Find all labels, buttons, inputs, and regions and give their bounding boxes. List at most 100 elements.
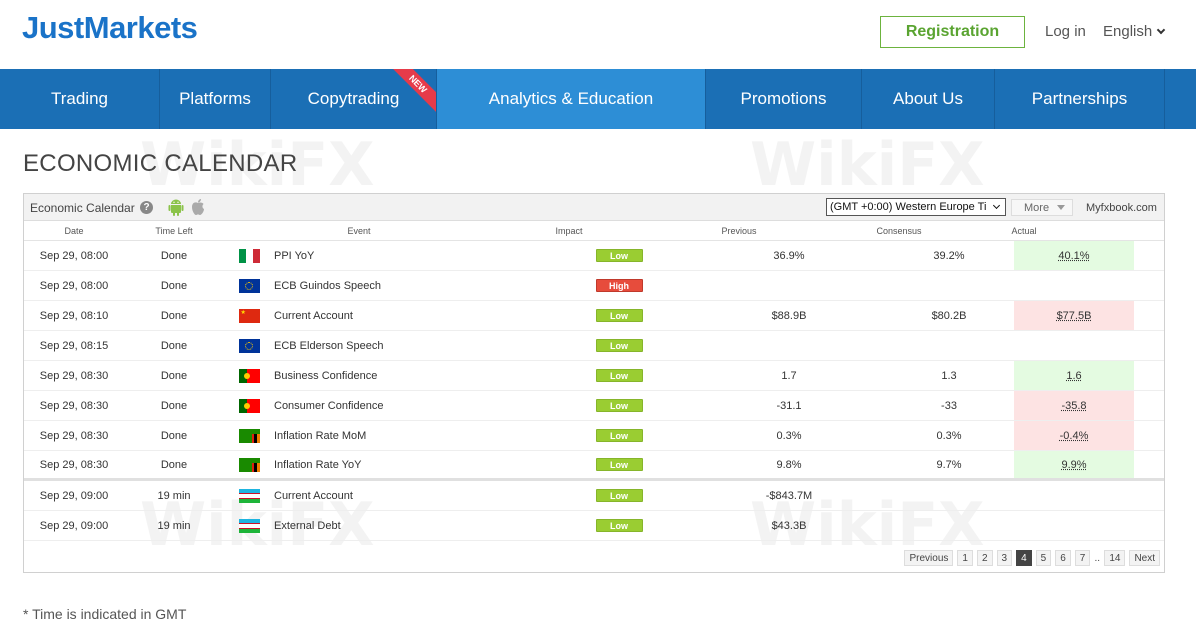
cell-event[interactable]: ECB Guindos Speech bbox=[274, 271, 544, 300]
actual-value: 9.9% bbox=[1061, 458, 1087, 471]
table-row[interactable]: Sep 29, 08:30 Done Inflation Rate YoY Low 9.… bbox=[24, 451, 1164, 481]
timezone-select[interactable]: (GMT +0:00) Western Europe Ti bbox=[826, 198, 1006, 216]
language-label: English bbox=[1103, 23, 1153, 40]
pager-previous-button[interactable]: Previous bbox=[904, 550, 954, 566]
pager-page-button[interactable]: 5 bbox=[1035, 550, 1052, 566]
cell-event[interactable]: Consumer Confidence bbox=[274, 391, 544, 420]
cell-impact: Low bbox=[544, 301, 694, 330]
cell-previous bbox=[694, 331, 884, 360]
pager-ellipsis: .. bbox=[1094, 552, 1101, 564]
apple-icon[interactable] bbox=[191, 198, 205, 216]
eu-flag-icon bbox=[238, 278, 260, 293]
nav-item-analytics[interactable]: Analytics & Education bbox=[437, 69, 706, 129]
logo[interactable]: JustMarkets bbox=[22, 10, 198, 46]
cell-consensus bbox=[884, 331, 1014, 360]
cell-impact: Low bbox=[544, 241, 694, 270]
cell-actual bbox=[1014, 481, 1134, 510]
language-selector[interactable]: English bbox=[1103, 23, 1166, 40]
pager-page-button[interactable]: 6 bbox=[1055, 550, 1071, 566]
cell-flag bbox=[224, 451, 274, 478]
cell-time-left: Done bbox=[160, 429, 188, 442]
chevron-down-icon bbox=[1156, 25, 1166, 34]
table-row[interactable]: Sep 29, 08:30 Done Inflation Rate MoM Low 0.… bbox=[24, 421, 1164, 451]
cell-actual bbox=[1014, 511, 1134, 540]
android-icon[interactable] bbox=[168, 198, 184, 216]
calendar-title: Economic Calendar bbox=[30, 201, 135, 215]
cell-event[interactable]: PPI YoY bbox=[274, 241, 544, 270]
table-row[interactable]: Sep 29, 09:00 19 min External Debt Low $43.3… bbox=[24, 511, 1164, 541]
nav-item-trading[interactable]: Trading bbox=[0, 69, 160, 129]
pager-page-button[interactable]: 1 bbox=[957, 550, 973, 566]
cell-consensus bbox=[884, 511, 1014, 540]
cell-flag bbox=[224, 361, 274, 390]
table-row[interactable]: Sep 29, 08:30 Done Consumer Confidence Low -… bbox=[24, 391, 1164, 421]
zambia-flag-icon bbox=[238, 457, 260, 472]
cell-event[interactable]: External Debt bbox=[274, 511, 544, 540]
cell-actual: -0.4% bbox=[1014, 421, 1134, 450]
nav-item-about-us[interactable]: About Us bbox=[862, 69, 995, 129]
cell-previous: $43.3B bbox=[771, 519, 807, 532]
uzbekistan-flag-icon bbox=[238, 518, 260, 533]
pager-page-button[interactable]: 2 bbox=[976, 550, 993, 566]
italy-flag-icon bbox=[238, 248, 260, 263]
cell-consensus: -33 bbox=[941, 399, 957, 412]
cell-event[interactable]: Inflation Rate YoY bbox=[274, 451, 544, 478]
eu-flag-icon bbox=[238, 338, 260, 353]
cell-date: Sep 29, 09:00 bbox=[39, 489, 109, 502]
cell-previous: 1.7 bbox=[781, 369, 797, 382]
cell-event[interactable]: ECB Elderson Speech bbox=[274, 331, 544, 360]
pager-page-button[interactable]: 7 bbox=[1074, 550, 1091, 566]
cell-actual: $77.5B bbox=[1014, 301, 1134, 330]
cell-impact: High bbox=[544, 271, 694, 300]
main-nav: Trading Platforms Copytrading NEW Analyt… bbox=[0, 69, 1196, 129]
nav-item-copytrading[interactable]: Copytrading NEW bbox=[271, 69, 437, 129]
help-icon[interactable]: ? bbox=[140, 201, 153, 214]
dropdown-arrow-icon bbox=[1057, 205, 1066, 210]
cell-flag bbox=[224, 391, 274, 420]
nav-item-promotions[interactable]: Promotions bbox=[706, 69, 862, 129]
cell-event[interactable]: Current Account bbox=[274, 481, 544, 510]
cell-consensus: 0.3% bbox=[936, 429, 962, 442]
cell-date: Sep 29, 08:30 bbox=[39, 369, 109, 382]
impact-badge: Low bbox=[595, 458, 643, 471]
page-title: ECONOMIC CALENDAR bbox=[23, 150, 298, 177]
china-flag-icon: ★ bbox=[238, 308, 260, 323]
registration-button[interactable]: Registration bbox=[880, 16, 1025, 48]
zambia-flag-icon bbox=[238, 428, 260, 443]
cell-date: Sep 29, 08:00 bbox=[39, 249, 109, 262]
pager-page-button[interactable]: 14 bbox=[1104, 550, 1126, 566]
actual-value: -35.8 bbox=[1061, 399, 1087, 412]
cell-actual: 40.1% bbox=[1014, 241, 1134, 270]
cell-impact: Low bbox=[544, 511, 694, 540]
table-row[interactable]: Sep 29, 09:00 19 min Current Account Low -$8… bbox=[24, 481, 1164, 511]
footnote: * Time is indicated in GMT bbox=[23, 606, 187, 622]
table-row[interactable]: Sep 29, 08:00 Done PPI YoY Low 36.9% 39.2% 40.… bbox=[24, 241, 1164, 271]
site-header: JustMarkets Registration Log in English bbox=[0, 0, 1196, 69]
pager-page-button[interactable]: 3 bbox=[996, 550, 1013, 566]
cell-event[interactable]: Inflation Rate MoM bbox=[274, 421, 544, 450]
table-row[interactable]: Sep 29, 08:15 Done ECB Elderson Speech Low bbox=[24, 331, 1164, 361]
table-row[interactable]: Sep 29, 08:10 Done ★ Current Account Low $88.… bbox=[24, 301, 1164, 331]
cell-previous: 9.8% bbox=[776, 458, 802, 471]
table-row[interactable]: Sep 29, 08:30 Done Business Confidence Low 1… bbox=[24, 361, 1164, 391]
column-header-previous: Previous bbox=[721, 225, 757, 236]
cell-actual bbox=[1014, 271, 1134, 300]
impact-badge: Low bbox=[595, 369, 643, 382]
cell-impact: Low bbox=[544, 481, 694, 510]
nav-item-partnerships[interactable]: Partnerships bbox=[995, 69, 1165, 129]
login-link[interactable]: Log in bbox=[1045, 23, 1086, 40]
more-button[interactable]: More bbox=[1011, 199, 1073, 216]
cell-consensus bbox=[884, 481, 1014, 510]
cell-event[interactable]: Business Confidence bbox=[274, 361, 544, 390]
cell-date: Sep 29, 08:00 bbox=[39, 279, 109, 292]
table-row[interactable]: Sep 29, 08:00 Done ECB Guindos Speech High bbox=[24, 271, 1164, 301]
pager-page-button[interactable]: 4 bbox=[1016, 550, 1032, 566]
cell-event[interactable]: Current Account bbox=[274, 301, 544, 330]
impact-badge: High bbox=[595, 279, 643, 292]
actual-value: 1.6 bbox=[1066, 369, 1082, 382]
pager-next-button[interactable]: Next bbox=[1129, 550, 1160, 566]
cell-time-left: Done bbox=[160, 339, 188, 352]
nav-item-platforms[interactable]: Platforms bbox=[160, 69, 271, 129]
cell-date: Sep 29, 08:30 bbox=[39, 458, 109, 471]
source-link[interactable]: Myfxbook.com bbox=[1086, 202, 1157, 214]
